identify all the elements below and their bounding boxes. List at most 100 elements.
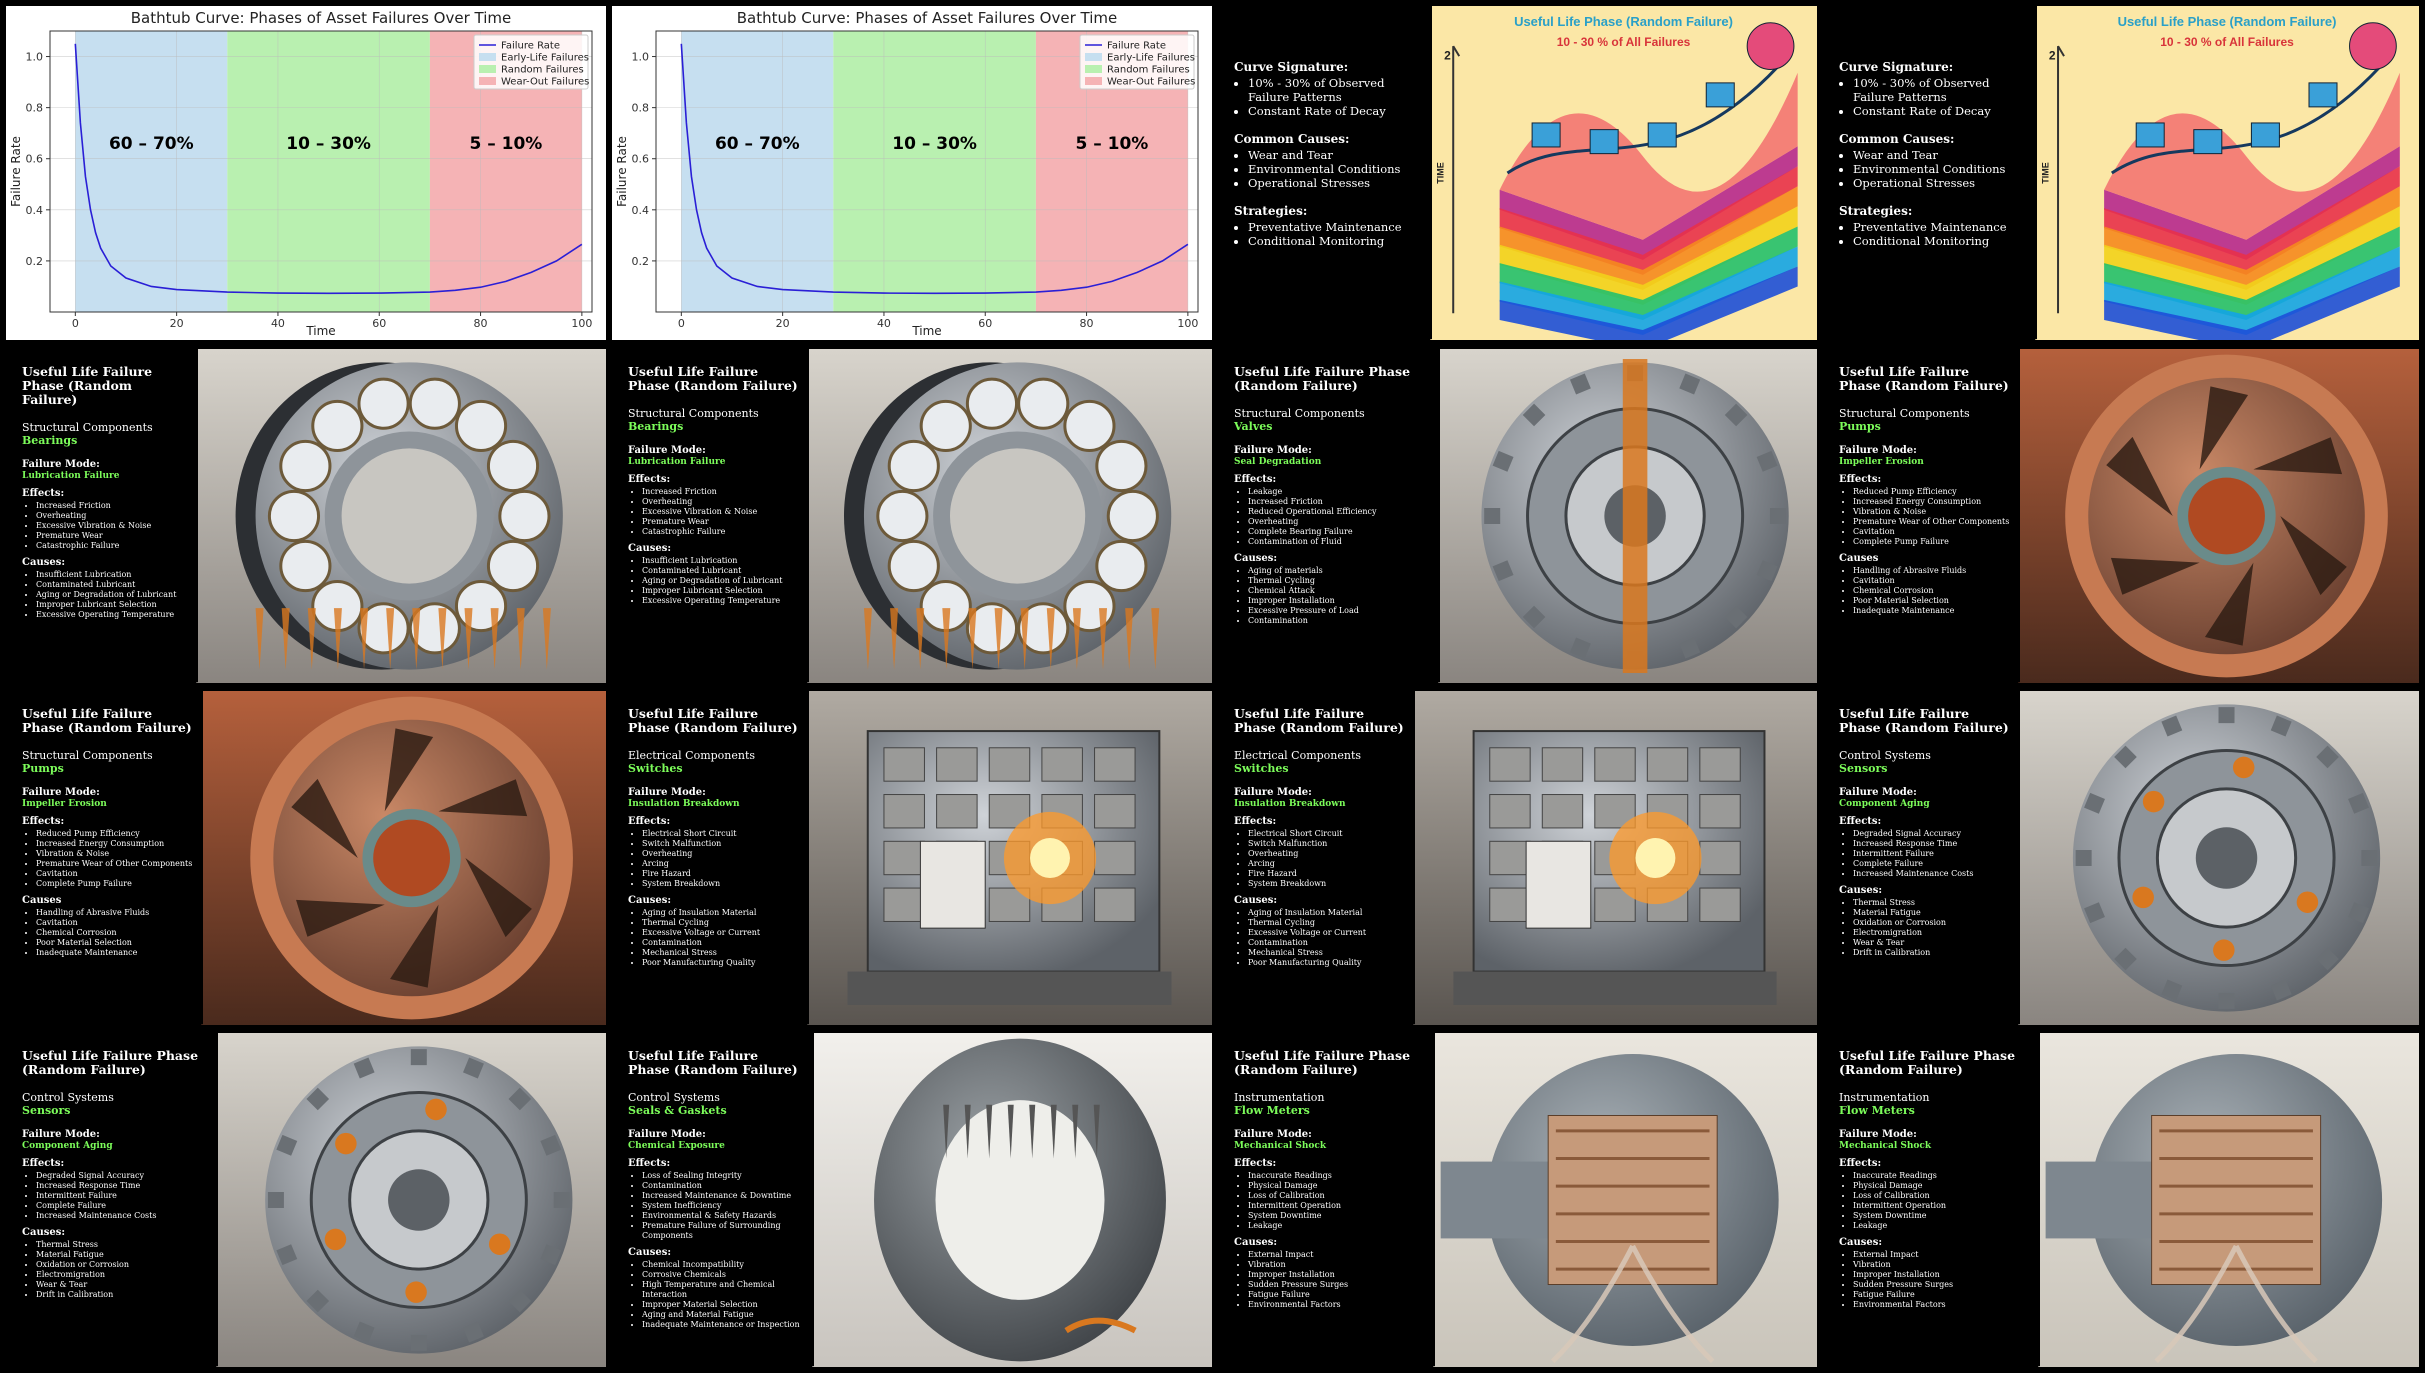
effects-label: Effects: (1234, 1158, 1277, 1169)
y-tick-label: 0.4 (632, 204, 650, 217)
effects-item: System Breakdown (1248, 879, 1405, 889)
component-name: Switches (628, 762, 683, 775)
slide-thumbnail[interactable]: Useful Life Failure Phase (Random Failur… (1218, 1033, 1817, 1367)
causes-label: Causes: (22, 557, 66, 568)
causes-item: Environmental Factors (1853, 1300, 2030, 1310)
effects-label: Effects: (628, 474, 671, 485)
slide-thumbnail[interactable]: Useful Life Failure Phase (Random Failur… (1823, 1033, 2419, 1367)
image-area (807, 691, 1212, 1025)
component-name: Pumps (1839, 420, 1881, 433)
slide-thumbnail[interactable]: Curve Signature: 10% - 30% of Observed Fa… (1218, 6, 1817, 340)
slide-thumbnail[interactable]: Useful Life Failure Phase (Random Failur… (6, 1033, 606, 1367)
causes-label: Causes: (628, 895, 672, 906)
image-area (216, 1033, 606, 1367)
causes-label: Causes (22, 895, 62, 906)
effects-list: Electrical Short CircuitSwitch Malfuncti… (1234, 829, 1405, 889)
effects-item: Overheating (36, 511, 188, 521)
slide-thumbnail[interactable]: Useful Life Failure Phase (Random Failur… (1823, 349, 2419, 683)
slide-thumbnail[interactable]: Useful Life Failure Phase (Random Failur… (612, 691, 1212, 1025)
sensor-image (216, 1033, 606, 1367)
causes-item: Contaminated Lubricant (642, 566, 799, 576)
effects-item: System Breakdown (642, 879, 799, 889)
slide-title: Useful Life Failure Phase (Random Failur… (628, 364, 798, 393)
image-area (812, 1033, 1212, 1367)
effects-label: Effects: (1234, 474, 1277, 485)
effects-list: Inaccurate ReadingsPhysical DamageLoss o… (1839, 1171, 2030, 1231)
component-name: Sensors (22, 1104, 71, 1117)
component-name: Pumps (22, 762, 64, 775)
failure-mode-label: Failure Mode: (22, 787, 100, 798)
image-area (196, 349, 606, 683)
ball-bearing-image (196, 349, 606, 683)
text-panel: Useful Life Failure Phase (Random Failur… (1823, 691, 2018, 1025)
causes-label: Causes: (1234, 553, 1278, 564)
causes-label: Causes (1839, 553, 1879, 564)
effects-item: Physical Damage (1853, 1181, 2030, 1191)
slide-thumbnail[interactable]: Useful Life Failure Phase (Random Failur… (6, 349, 606, 683)
effects-item: Fire Hazard (1248, 869, 1405, 879)
illustration-title: Useful Life Phase (Random Failure) (2118, 14, 2337, 29)
failure-mode-value: Insulation Breakdown (1234, 799, 1346, 809)
slide-title: Useful Life Failure Phase (Random Failur… (1234, 364, 1411, 393)
effects-item: Catastrophic Failure (36, 541, 188, 551)
legend-entry: Failure Rate (501, 41, 560, 52)
effects-label: Effects: (1839, 474, 1882, 485)
common-causes-item: Wear and Tear (1248, 148, 1422, 162)
bathtub-chart: 60 – 70% 10 – 30% 5 – 10% 0 20 40 60 80 100 0.2 0.… (9, 9, 593, 338)
effects-list: Increased FrictionOverheatingExcessive V… (628, 487, 799, 537)
curve-signature-item: Constant Rate of Decay (1853, 104, 2027, 118)
slide-thumbnail[interactable]: Useful Life Failure Phase (Random Failur… (1218, 349, 1817, 683)
causes-item: Aging of Insulation Material (642, 908, 799, 918)
curve-signature-heading: Curve Signature: (1839, 60, 1954, 74)
slide-thumbnail[interactable]: Useful Life Failure Phase (Random Failur… (612, 1033, 1212, 1367)
effects-item: Increased Response Time (1853, 839, 2010, 849)
causes-item: Handling of Abrasive Fluids (36, 908, 193, 918)
failure-mode-value: Lubrication Failure (22, 471, 120, 481)
causes-label: Causes: (1839, 885, 1883, 896)
text-panel: Curve Signature: 10% - 30% of Observed Fa… (1218, 6, 1430, 340)
slide-thumbnail[interactable]: Useful Life Failure Phase (Random Failur… (6, 691, 606, 1025)
slide-thumbnail[interactable]: Curve Signature: 10% - 30% of Observed Fa… (1823, 6, 2419, 340)
slide-title: Useful Life Failure Phase (Random Failur… (628, 706, 798, 735)
failure-mode-label: Failure Mode: (628, 445, 706, 456)
causes-item: Chemical Incompatibility (642, 1260, 804, 1270)
x-axis-label: Time (305, 324, 335, 338)
causes-item: Excessive Voltage or Current (1248, 928, 1405, 938)
causes-item: Wear & Tear (1853, 938, 2010, 948)
failure-mode-value: Mechanical Shock (1234, 1141, 1327, 1151)
effects-item: Inaccurate Readings (1853, 1171, 2030, 1181)
failure-mode-value: Impeller Erosion (22, 799, 107, 809)
text-panel: Useful Life Failure Phase (Random Failur… (612, 1033, 812, 1367)
causes-item: Handling of Abrasive Fluids (1853, 566, 2010, 576)
thumbnail-grid: 60 – 70% 10 – 30% 5 – 10% 0 20 40 60 80 100 0.2 0.… (0, 0, 2425, 1373)
causes-label: Causes: (1234, 1237, 1278, 1248)
effects-item: Premature Failure of Surrounding Compone… (642, 1221, 804, 1241)
x-tick-label: 20 (776, 317, 790, 330)
slide-thumbnail[interactable]: 60 – 70% 10 – 30% 5 – 10% 0 20 40 60 80 100 0.2 0.… (612, 6, 1212, 340)
text-panel: Useful Life Failure Phase (Random Failur… (1218, 349, 1438, 683)
legend-entry: Early-Life Failures (1107, 53, 1195, 64)
x-tick-label: 100 (571, 317, 592, 330)
failure-mode-value: Mechanical Shock (1839, 1141, 1932, 1151)
causes-item: Thermal Cycling (1248, 576, 1430, 586)
causes-item: Fatigue Failure (1853, 1290, 2030, 1300)
effects-list: Reduced Pump EfficiencyIncreased Energy … (1839, 487, 2010, 547)
causes-item: Excessive Voltage or Current (642, 928, 799, 938)
torn-edge (1431, 1033, 1435, 1367)
slide-thumbnail[interactable]: Useful Life Failure Phase (Random Failur… (612, 349, 1212, 683)
slide-thumbnail[interactable]: Useful Life Failure Phase (Random Failur… (1823, 691, 2419, 1025)
common-causes-item: Environmental Conditions (1248, 162, 1422, 176)
slide-thumbnail[interactable]: Useful Life Failure Phase (Random Failur… (1218, 691, 1817, 1025)
causes-item: Electromigration (36, 1270, 208, 1280)
effects-item: Degraded Signal Accuracy (1853, 829, 2010, 839)
seal-gasket-image (812, 1033, 1212, 1367)
slide-thumbnail[interactable]: 60 – 70% 10 – 30% 5 – 10% 0 20 40 60 80 100 0.2 0.… (6, 6, 606, 340)
effects-item: Premature Wear (642, 517, 799, 527)
effects-item: Increased Maintenance & Downtime (642, 1191, 804, 1201)
effects-list: Increased FrictionOverheatingExcessive V… (22, 501, 188, 551)
effects-item: Complete Failure (36, 1201, 208, 1211)
causes-item: Excessive Operating Temperature (642, 596, 799, 606)
curve-signature-item: 10% - 30% of Observed Failure Patterns (1853, 76, 2027, 104)
effects-item: Vibration & Noise (1853, 507, 2010, 517)
component-name: Sensors (1839, 762, 1888, 775)
